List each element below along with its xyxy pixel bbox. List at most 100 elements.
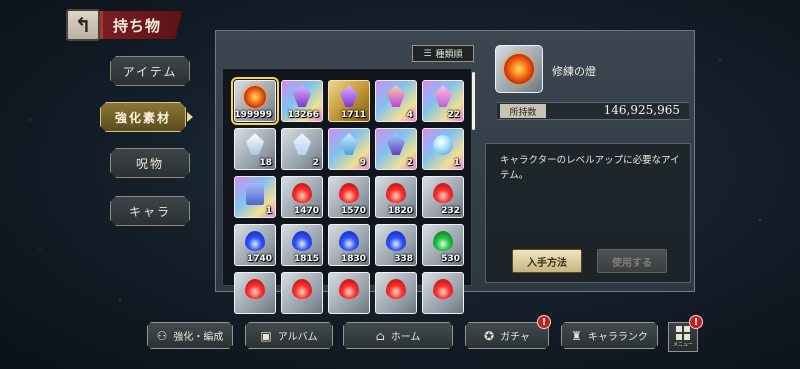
sort-icon: ☰	[423, 48, 432, 59]
inventory-item[interactable]	[375, 272, 417, 314]
item-count: 1470	[293, 206, 319, 216]
inventory-item[interactable]: 1	[234, 176, 276, 218]
album-icon: ▣	[260, 328, 272, 343]
flame-red-icon	[235, 277, 275, 304]
back-button[interactable]: ↰	[66, 9, 100, 41]
inventory-item[interactable]: 338	[375, 224, 417, 266]
nav-label: ガチャ	[500, 332, 530, 343]
rank-icon: ♜	[571, 328, 582, 343]
item-count: 4	[406, 110, 413, 120]
nav-label: キャラランク	[587, 332, 648, 343]
inventory-item[interactable]: 1470	[281, 176, 323, 218]
flame-blue-icon	[235, 229, 275, 256]
item-count: 9	[359, 158, 366, 168]
nav-enhance-formation[interactable]: ⚇ 強化・編成	[147, 322, 233, 349]
flame-red-icon	[282, 277, 322, 304]
item-count: 232	[441, 206, 460, 216]
back-arrow-icon: ↰	[74, 13, 92, 37]
flame-red-icon	[329, 277, 369, 304]
inventory-item[interactable]: 18	[234, 128, 276, 170]
inventory-item[interactable]: 1711	[328, 80, 370, 122]
nav-album[interactable]: ▣ アルバム	[245, 322, 333, 349]
nav-label: アルバム	[277, 332, 318, 343]
inventory-item[interactable]: 2	[281, 128, 323, 170]
item-count: 1815	[293, 254, 319, 264]
inventory-item[interactable]: 9	[328, 128, 370, 170]
inventory-item[interactable]: 1815	[281, 224, 323, 266]
inventory-item[interactable]	[328, 272, 370, 314]
tab-cursed-objects[interactable]: 呪物	[110, 148, 190, 178]
inventory-item[interactable]: 1830	[328, 224, 370, 266]
inventory-item[interactable]: 13266	[281, 80, 323, 122]
inventory-item[interactable]	[234, 272, 276, 314]
item-count: 2	[312, 158, 319, 168]
flame-red-icon	[423, 277, 463, 304]
flame-green-icon	[423, 229, 463, 256]
inventory-item[interactable]	[281, 272, 323, 314]
inventory-item[interactable]: 4	[375, 80, 417, 122]
crystal-pink-icon	[423, 85, 463, 112]
item-count: 2	[406, 158, 413, 168]
nav-home[interactable]: ⌂ ホーム	[343, 322, 453, 349]
item-count: 13266	[287, 110, 319, 120]
flame-blue-icon	[282, 229, 322, 256]
crystal-pearl-icon	[282, 133, 322, 160]
item-count: 199999	[234, 110, 272, 120]
flame-red-icon	[329, 181, 369, 208]
owned-count-label: 所持数	[500, 104, 546, 118]
menu-grid-icon	[676, 326, 690, 340]
gacha-alert-badge: !	[537, 315, 551, 329]
nav-label: 強化・編成	[173, 332, 224, 343]
tab-enhance-materials[interactable]: 強化素材	[100, 102, 186, 132]
item-count: 1820	[387, 206, 413, 216]
title-banner: 持ち物	[100, 11, 182, 39]
inventory-item[interactable]	[422, 272, 464, 314]
gacha-icon: ✪	[484, 328, 495, 343]
crystal-blue-icon	[329, 133, 369, 160]
tab-characters[interactable]: キャラ	[110, 196, 190, 226]
inventory-item[interactable]: 199999	[231, 77, 279, 125]
page-title: 持ち物	[113, 16, 162, 35]
flame-red-icon	[376, 181, 416, 208]
item-count: 1740	[246, 254, 272, 264]
sort-button[interactable]: ☰ 種類順	[412, 45, 474, 62]
nav-character-rank[interactable]: ♜ キャラランク	[561, 322, 658, 349]
sort-label: 種類順	[435, 50, 463, 60]
nav-gacha[interactable]: ✪ ガチャ	[465, 322, 549, 349]
inventory-item[interactable]: 1740	[234, 224, 276, 266]
globe-icon	[423, 133, 463, 160]
flame-red-icon	[282, 181, 322, 208]
owned-count-value: 146,925,965	[603, 103, 680, 117]
home-icon: ⌂	[375, 328, 385, 343]
inventory-item[interactable]: 1820	[375, 176, 417, 218]
item-count: 18	[259, 158, 272, 168]
tab-items[interactable]: アイテム	[110, 56, 190, 86]
item-count: 338	[394, 254, 413, 264]
ember-orb-icon	[504, 54, 534, 84]
inventory-item[interactable]: 1	[422, 128, 464, 170]
selected-item-name: 修練の燈	[552, 65, 596, 78]
crystal-violet-icon	[329, 85, 369, 112]
inventory-item[interactable]: 2	[375, 128, 417, 170]
active-tab-arrow-icon	[187, 112, 193, 122]
grid-scrollbar[interactable]	[472, 72, 475, 130]
flame-blue-icon	[329, 229, 369, 256]
inventory-item[interactable]: 22	[422, 80, 464, 122]
people-icon: ⚇	[156, 328, 168, 343]
item-count: 530	[441, 254, 460, 264]
item-count: 1830	[340, 254, 366, 264]
flame-blue-icon	[376, 229, 416, 256]
item-count: 1570	[340, 206, 366, 216]
nav-label: ホーム	[390, 332, 421, 343]
item-count: 1711	[340, 110, 366, 120]
crystal-white-icon	[235, 133, 275, 160]
item-description: キャラクターのレベルアップに必要なアイテム。	[500, 155, 680, 181]
use-button[interactable]: 使用する	[597, 249, 667, 273]
inventory-item[interactable]: 530	[422, 224, 464, 266]
inventory-item[interactable]: 232	[422, 176, 464, 218]
selected-item-icon	[495, 45, 543, 93]
inventory-item[interactable]: 1570	[328, 176, 370, 218]
flame-red-icon	[423, 181, 463, 208]
how-to-obtain-button[interactable]: 入手方法	[512, 249, 582, 273]
menu-alert-badge: !	[689, 315, 703, 329]
